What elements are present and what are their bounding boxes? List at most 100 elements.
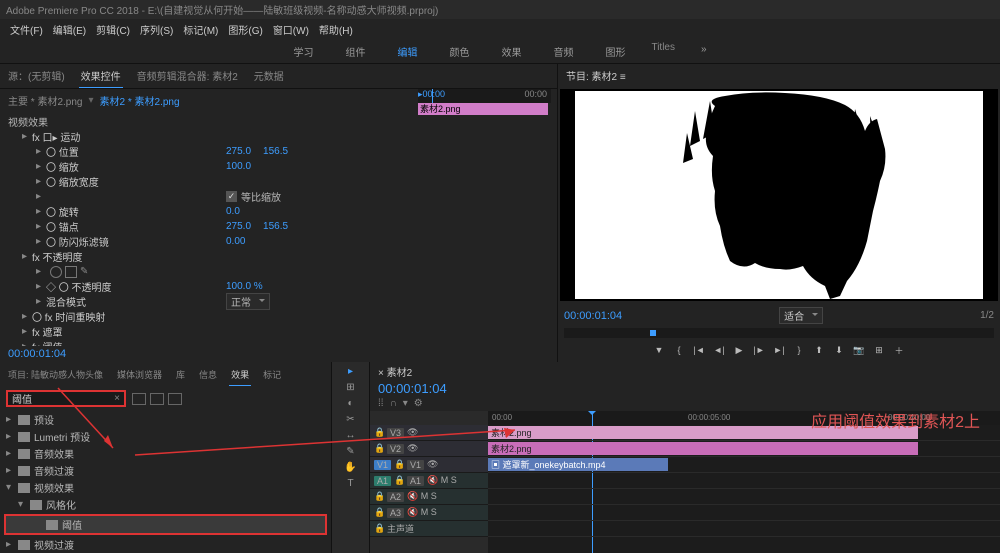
effect-property-row[interactable]: ▸fx 遮罩 [8, 324, 549, 339]
lock-icon[interactable]: 🔒 [374, 491, 384, 502]
effect-property-row[interactable]: ▸◇ 〇 不透明度100.0 % [8, 279, 549, 294]
menu-clip[interactable]: 剪辑(C) [92, 21, 134, 38]
selection-tool-icon[interactable]: ▸ [344, 366, 358, 380]
effect-property-row[interactable]: ▸fx 阈值 [8, 339, 549, 346]
ws-more[interactable]: » [695, 42, 713, 61]
track-select-tool-icon[interactable]: ⊞ [344, 382, 358, 396]
mini-playhead[interactable] [432, 89, 433, 103]
lock-icon[interactable]: 🔒 [374, 427, 384, 438]
menu-file[interactable]: 文件(F) [6, 21, 47, 38]
effect-list-item[interactable]: ▾视频效果 [4, 479, 327, 496]
track-a1[interactable]: A1 [407, 476, 424, 486]
menu-window[interactable]: 窗口(W) [269, 21, 313, 38]
type-tool-icon[interactable]: T [344, 478, 358, 492]
effect-property-row[interactable]: ▸fx 口▸ 运动 [8, 129, 549, 144]
program-monitor[interactable] [560, 89, 998, 301]
effect-list-item[interactable]: ▸音频效果 [4, 445, 327, 462]
transport-next-icon[interactable]: ►| [772, 343, 786, 357]
track-v3[interactable]: V3 [387, 428, 404, 438]
effect-property-row[interactable]: ▸〇 旋转0.0 [8, 204, 549, 219]
effect-property-row[interactable]: ▸✎ [8, 264, 549, 279]
effect-property-row[interactable]: ▸〇 位置275.0156.5 [8, 144, 549, 159]
mask-ellipse-icon[interactable] [50, 266, 62, 278]
tab-library[interactable]: 库 [174, 364, 187, 386]
search-clear-icon[interactable]: × [114, 393, 120, 404]
ws-color[interactable]: 颜色 [443, 42, 475, 61]
blend-mode-dropdown[interactable]: 正常 [226, 293, 270, 310]
effect-property-row[interactable]: ▸〇 防闪烁滤镜0.00 [8, 234, 549, 249]
effect-property-row[interactable]: ▸✓等比缩放 [8, 189, 549, 204]
tab-effects-panel[interactable]: 效果 [229, 364, 251, 386]
menu-edit[interactable]: 编辑(E) [49, 21, 90, 38]
effect-property-row[interactable]: ▸混合模式正常 [8, 294, 549, 309]
effect-list-item[interactable]: ▸预设 [4, 411, 327, 428]
transport-marker-icon[interactable]: ▼ [652, 343, 666, 357]
program-resolution[interactable]: 1/2 [980, 310, 994, 321]
timeline-timecode[interactable]: 00:00:01:04 [370, 381, 1000, 396]
menu-help[interactable]: 帮助(H) [315, 21, 357, 38]
transport-export-icon[interactable]: 📷 [852, 343, 866, 357]
effect-property-row[interactable]: ▸〇 缩放100.0 [8, 159, 549, 174]
effect-list-item[interactable]: ▾风格化 [4, 496, 327, 513]
tab-media-browser[interactable]: 媒体浏览器 [115, 364, 164, 386]
transport-settings-icon[interactable]: ＋ [892, 343, 906, 357]
ws-effects[interactable]: 效果 [495, 42, 527, 61]
tab-source[interactable]: 源：(无剪辑) [6, 64, 67, 88]
prop-value[interactable]: 156.5 [263, 146, 288, 157]
tl-settings-icon[interactable]: ⚙ [414, 398, 423, 409]
prop-value[interactable]: 0.0 [226, 206, 240, 217]
mask-rect-icon[interactable] [65, 266, 77, 278]
tab-markers[interactable]: 标记 [261, 364, 283, 386]
effect-property-row[interactable]: ▸〇 fx 时间重映射 [8, 309, 549, 324]
menu-marker[interactable]: 标记(M) [179, 21, 222, 38]
tab-project[interactable]: 项目: 陆敏动感人物头像 [6, 364, 105, 386]
pen-tool-icon[interactable]: ✎ [344, 446, 358, 460]
lock-icon[interactable]: 🔒 [374, 443, 384, 454]
timeline-tracks[interactable]: 00:00 00:00:05:00 00:00:10:00 素材2.png 素材… [488, 411, 1000, 553]
tab-info[interactable]: 信息 [197, 364, 219, 386]
transport-stepback-icon[interactable]: ◄| [712, 343, 726, 357]
lock-icon[interactable]: 🔒 [394, 475, 404, 486]
transport-out-icon[interactable]: } [792, 343, 806, 357]
razor-tool-icon[interactable]: ✂ [344, 414, 358, 428]
lock-icon[interactable]: 🔒 [374, 523, 384, 534]
effect-list-item[interactable]: 阈值 [4, 514, 327, 535]
ws-graphics[interactable]: 图形 [599, 42, 631, 61]
ws-assembly[interactable]: 组件 [339, 42, 371, 61]
prop-value[interactable]: 275.0 [226, 146, 251, 157]
transport-extract-icon[interactable]: ⬇ [832, 343, 846, 357]
prop-value[interactable]: 275.0 [226, 221, 251, 232]
effect-property-row[interactable]: ▸fx 不透明度 [8, 249, 549, 264]
transport-compare-icon[interactable]: ⊞ [872, 343, 886, 357]
prop-value[interactable]: 100.0 % [226, 281, 263, 292]
checkbox[interactable]: ✓ [226, 191, 237, 202]
ws-editing[interactable]: 编辑 [391, 42, 423, 61]
breadcrumb-link[interactable]: 素材2 * 素材2.png [100, 93, 180, 108]
effect-property-row[interactable]: ▸〇 锚点275.0156.5 [8, 219, 549, 234]
effect-list-item[interactable]: ▸音频过渡 [4, 462, 327, 479]
tl-marker-icon[interactable]: ▾ [403, 398, 408, 409]
slip-tool-icon[interactable]: ↔ [344, 430, 358, 444]
transport-play-icon[interactable]: ▶ [732, 343, 746, 357]
program-scrubber[interactable] [564, 328, 994, 338]
lock-icon[interactable]: 🔒 [394, 459, 404, 470]
timeline-seq-title[interactable]: × 素材2 [370, 362, 1000, 381]
track-master[interactable]: 主声道 [387, 522, 414, 535]
tl-link-icon[interactable]: ∩ [390, 398, 397, 409]
eye-icon[interactable]: 👁 [407, 427, 417, 438]
menu-graphics[interactable]: 图形(G) [224, 21, 266, 38]
prop-value[interactable]: 0.00 [226, 236, 245, 247]
clip-v2[interactable]: 素材2.png [488, 442, 918, 455]
ripple-tool-icon[interactable]: ◐ [344, 398, 358, 412]
track-a3[interactable]: A3 [387, 508, 404, 518]
effect-list-item[interactable]: ▸Lumetri 预设 [4, 428, 327, 445]
transport-prev-icon[interactable]: |◄ [692, 343, 706, 357]
prop-value[interactable]: 100.0 [226, 161, 251, 172]
menu-sequence[interactable]: 序列(S) [136, 21, 177, 38]
hand-tool-icon[interactable]: ✋ [344, 462, 358, 476]
track-v1[interactable]: V1 [407, 460, 424, 470]
track-a2[interactable]: A2 [387, 492, 404, 502]
tab-metadata[interactable]: 元数据 [252, 64, 286, 88]
effects-search-input[interactable] [12, 393, 102, 404]
eye-icon[interactable]: 👁 [427, 459, 437, 470]
